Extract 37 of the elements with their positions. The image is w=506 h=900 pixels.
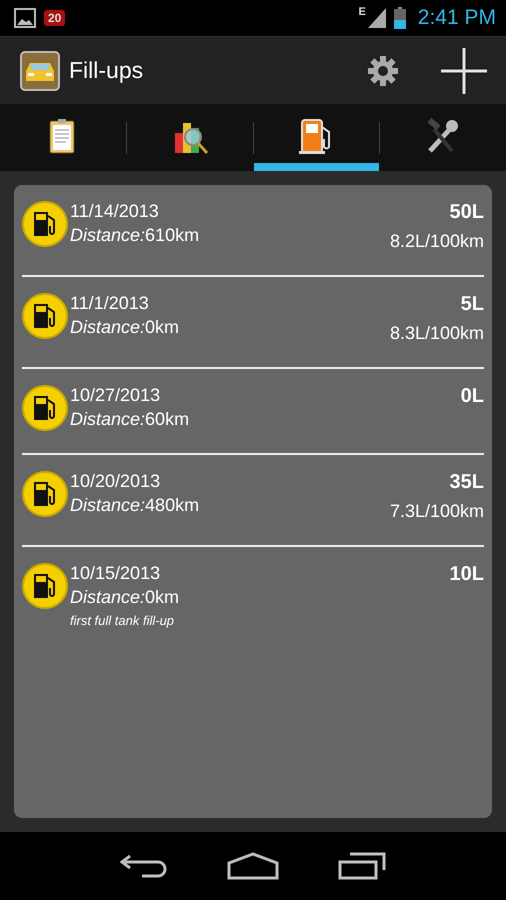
picture-icon bbox=[14, 8, 36, 28]
distance-text: Distance:60km bbox=[70, 408, 190, 431]
network-type: E bbox=[358, 6, 366, 18]
volume-text: 10L bbox=[450, 563, 484, 585]
volume-text: 0L bbox=[460, 385, 484, 407]
recent-apps-icon[interactable] bbox=[338, 852, 386, 880]
battery-icon bbox=[394, 7, 406, 29]
fillup-date: 11/14/2013 bbox=[70, 201, 160, 221]
fuel-pump-icon bbox=[22, 471, 68, 517]
fuel-pump-icon bbox=[22, 563, 68, 609]
distance-text: Distance:480km bbox=[70, 494, 200, 517]
add-icon[interactable] bbox=[441, 48, 487, 94]
volume-text: 5L bbox=[460, 293, 484, 315]
car-icon[interactable] bbox=[20, 50, 60, 90]
distance-text: Distance:0km bbox=[70, 586, 180, 609]
economy-text: 8.2L/100km bbox=[390, 230, 484, 253]
economy-text: 8.3L/100km bbox=[390, 322, 484, 345]
fillup-date: 11/1/2013 bbox=[70, 293, 150, 313]
settings-icon[interactable] bbox=[367, 54, 399, 86]
fillup-date: 10/15/2013 bbox=[70, 563, 162, 583]
note-text: first full tank fill-up bbox=[70, 613, 176, 628]
fillup-date: 10/27/2013 bbox=[70, 385, 162, 405]
home-icon[interactable] bbox=[226, 852, 279, 880]
fuel-pump-icon bbox=[22, 385, 68, 431]
volume-text: 50L bbox=[450, 201, 484, 223]
volume-text: 35L bbox=[450, 471, 484, 493]
app-title: Fill-ups bbox=[69, 57, 144, 84]
fillup-date: 10/20/2013 bbox=[70, 471, 162, 491]
distance-text: Distance:0km bbox=[70, 316, 180, 339]
economy-text: 7.3L/100km bbox=[390, 500, 484, 523]
back-icon[interactable] bbox=[120, 853, 168, 879]
fuel-pump-icon bbox=[22, 293, 68, 339]
clock: 2:41 PM bbox=[418, 6, 496, 30]
notification-badge: 20 bbox=[44, 10, 66, 26]
fuel-pump-icon bbox=[22, 201, 68, 247]
distance-text: Distance:610km bbox=[70, 224, 200, 247]
signal-icon bbox=[368, 8, 386, 28]
